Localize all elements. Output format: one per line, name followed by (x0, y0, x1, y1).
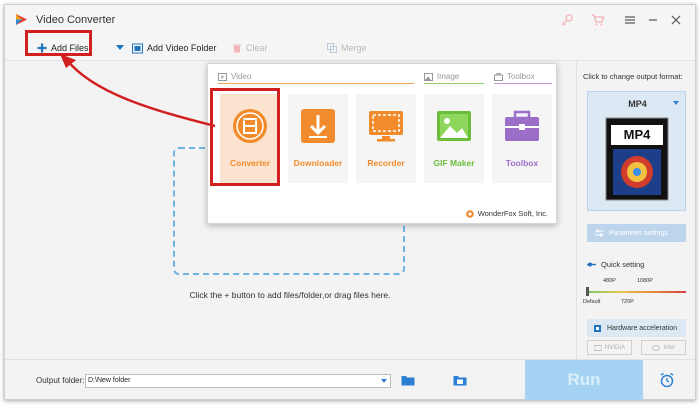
add-files-highlight-box (25, 30, 92, 56)
add-video-folder-button[interactable]: Add Video Folder (132, 40, 216, 56)
toolbox-icon (505, 110, 539, 141)
merge-icon (327, 43, 337, 53)
quick-setting-icon (587, 262, 596, 267)
trash-icon (233, 44, 241, 53)
toolbox-label: Toolbox (505, 158, 539, 168)
wonderfox-logo-icon (465, 209, 474, 218)
cart-icon[interactable] (591, 13, 605, 27)
quality-slider[interactable] (587, 291, 686, 293)
tick-480p: 480P (603, 278, 616, 284)
output-folder-label: Output folder: (36, 376, 85, 385)
drop-hint: Click the + button to add files/folder,o… (189, 290, 391, 300)
alarm-clock-icon[interactable] (659, 372, 675, 388)
quality-slider-handle[interactable] (586, 287, 589, 296)
format-dropdown-icon (673, 101, 679, 105)
image-icon (437, 111, 471, 141)
gif-maker-label: GIF Maker (433, 158, 475, 168)
quick-setting-label: Quick setting (587, 260, 644, 269)
section-video-line (218, 83, 414, 84)
download-icon (301, 109, 335, 143)
screen-record-icon (369, 111, 403, 142)
output-folder-field[interactable]: D:\New folder (85, 374, 391, 388)
close-icon[interactable] (669, 13, 683, 27)
add-files-dropdown[interactable] (116, 40, 124, 56)
output-panel: Click to change output format: MP4 MP4 P… (576, 61, 695, 359)
chip-icon (594, 324, 601, 332)
merge-label: Merge (341, 43, 367, 53)
recorder-label: Recorder (367, 158, 405, 168)
hardware-acceleration-toggle[interactable]: Hardware acceleration (587, 319, 686, 337)
nvidia-option[interactable]: NVIDIA (587, 340, 632, 355)
gif-maker-card[interactable]: GIF Maker (424, 94, 484, 183)
section-image-line (424, 83, 484, 84)
converter-highlight-box (210, 88, 280, 186)
sliders-icon (595, 229, 604, 237)
tick-default: Default (583, 299, 601, 305)
section-video: Video (218, 72, 251, 81)
section-toolbox-line (494, 83, 552, 84)
recorder-card[interactable]: Recorder (356, 94, 416, 183)
app-logo-icon (16, 14, 27, 25)
app-title: Video Converter (36, 14, 116, 26)
brand-text: WonderFox Soft, Inc. (477, 209, 548, 218)
chevron-down-icon (116, 45, 124, 50)
tick-720p: 720P (621, 299, 634, 305)
toolbox-card[interactable]: Toolbox (492, 94, 552, 183)
menu-icon[interactable] (623, 13, 637, 27)
bottom-bar: Output folder: D:\New folder Run (5, 359, 695, 400)
downloader-card[interactable]: Downloader (288, 94, 348, 183)
merge-button[interactable]: Merge (327, 40, 367, 56)
minimize-icon[interactable] (646, 13, 660, 27)
video-section-icon (218, 72, 227, 81)
output-format-selector[interactable]: MP4 MP4 (587, 91, 686, 211)
add-video-folder-label: Add Video Folder (147, 43, 217, 53)
toolbox-section-icon (494, 72, 503, 81)
output-format-title: Click to change output format: (583, 72, 683, 81)
title-bar: Video Converter (5, 5, 695, 33)
mp4-thumbnail-label: MP4 (623, 127, 651, 142)
parameter-settings-button[interactable]: Parameter settings (587, 224, 686, 242)
open-output-folder-icon[interactable] (453, 374, 467, 386)
run-button[interactable]: Run (525, 360, 643, 400)
section-toolbox: Toolbox (494, 72, 535, 81)
nvidia-logo-icon (593, 344, 602, 351)
browse-folder-icon[interactable] (401, 374, 415, 386)
output-folder-dropdown-icon[interactable] (381, 379, 387, 383)
intel-logo-icon (652, 344, 661, 351)
video-folder-icon (132, 43, 143, 53)
tick-1080p: 1080P (637, 278, 653, 284)
image-section-icon (424, 72, 433, 81)
section-image: Image (424, 72, 459, 81)
app-window: Video Converter Add Files Add Video Fold… (4, 4, 696, 400)
key-icon[interactable] (560, 13, 574, 27)
clear-label: Clear (246, 43, 268, 53)
intel-option[interactable]: Intel (641, 340, 686, 355)
clear-button[interactable]: Clear (232, 40, 268, 56)
downloader-label: Downloader (293, 158, 343, 168)
toolbar: Add Files Add Video Folder Clear Merge (5, 33, 695, 61)
brand-line: WonderFox Soft, Inc. (465, 209, 548, 218)
